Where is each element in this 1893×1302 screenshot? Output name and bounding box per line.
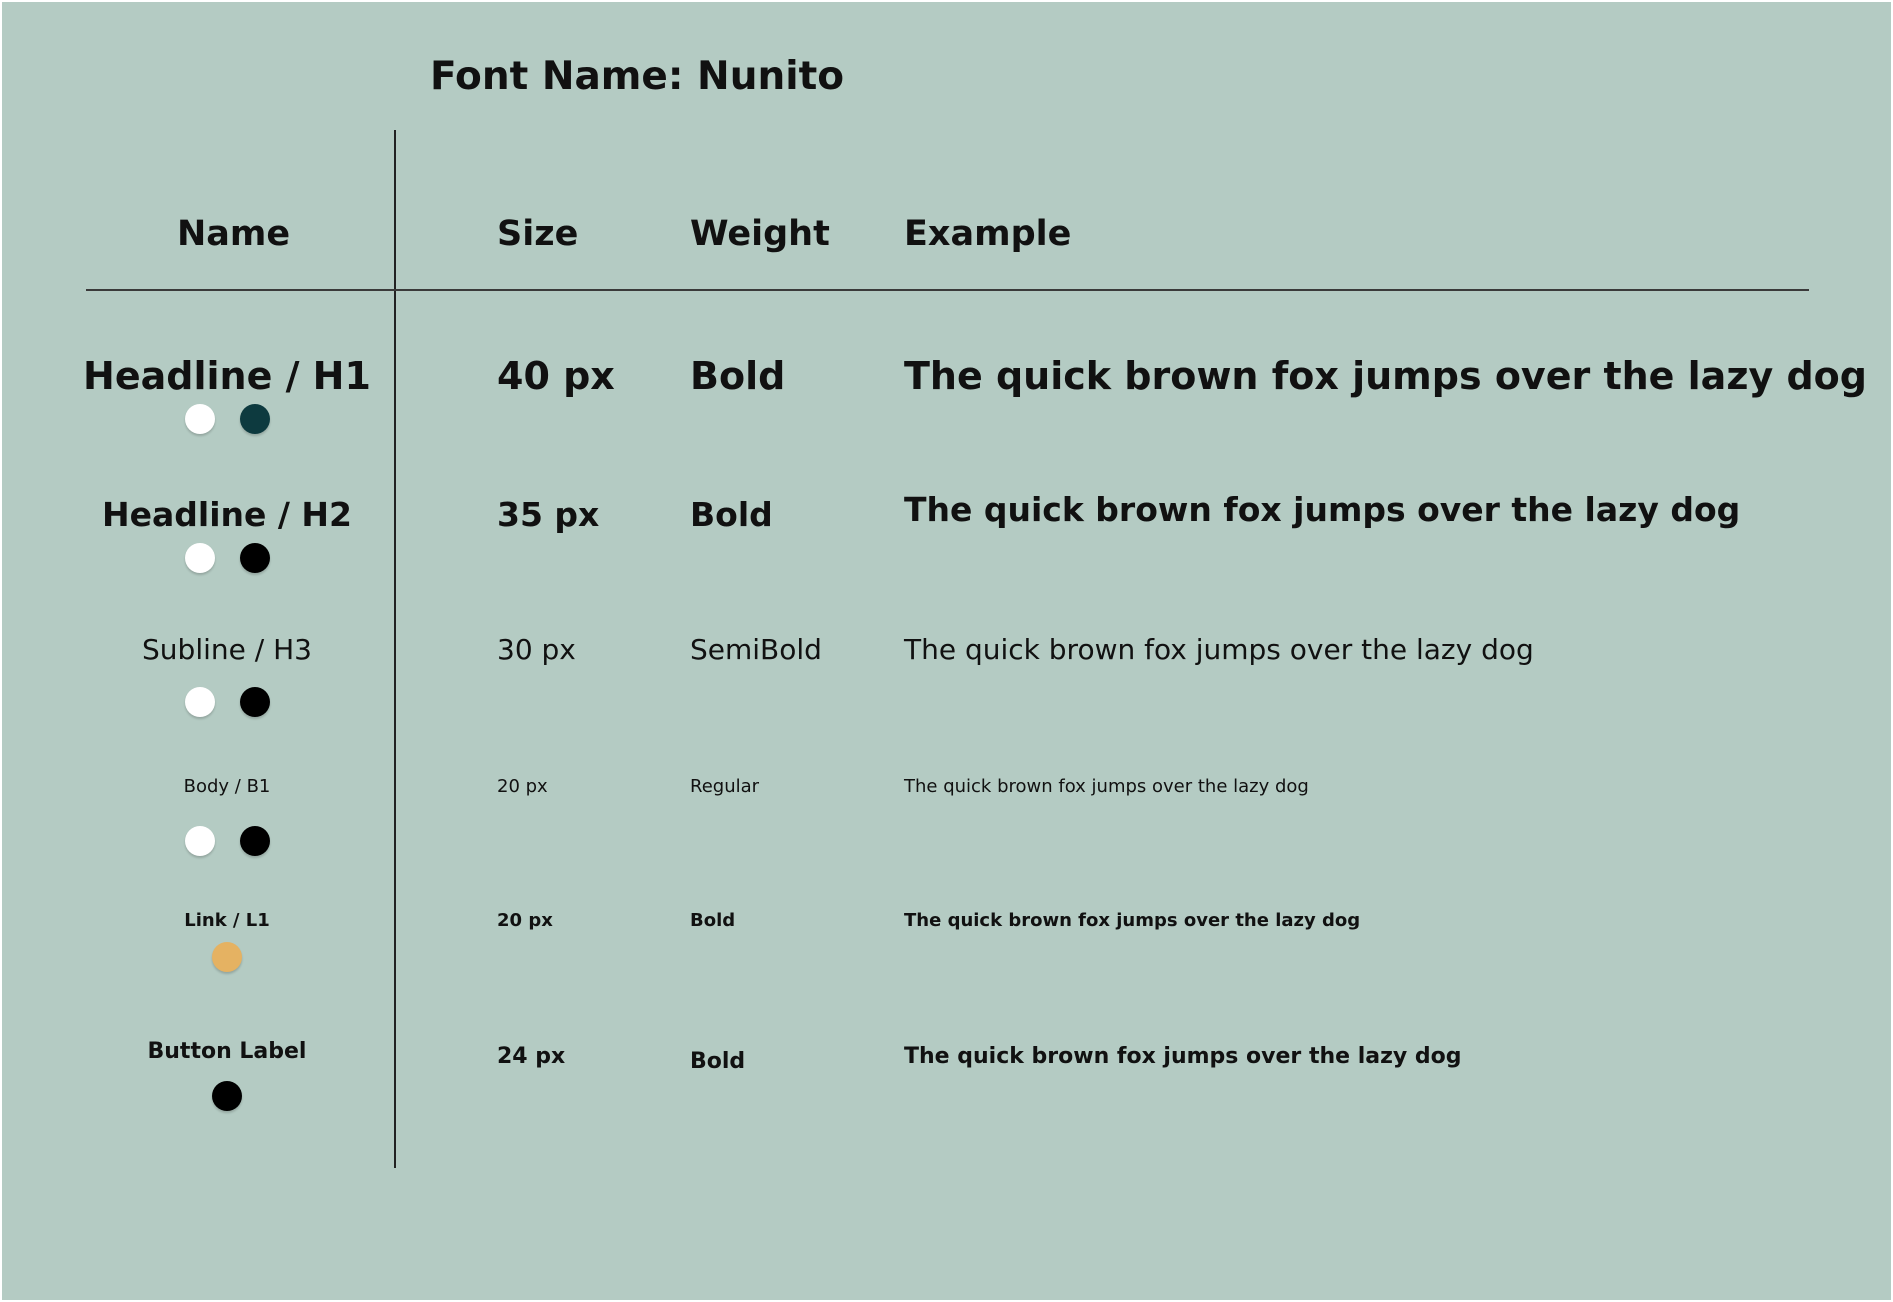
style-size: 35 px bbox=[497, 495, 600, 534]
color-swatch bbox=[239, 826, 270, 856]
style-weight: Bold bbox=[690, 1049, 746, 1074]
style-name: Headline / H1 bbox=[83, 354, 371, 398]
color-swatch bbox=[239, 404, 270, 434]
color-swatch bbox=[184, 543, 215, 573]
color-swatch bbox=[239, 687, 270, 717]
style-example: The quick brown fox jumps over the lazy … bbox=[904, 354, 1867, 398]
header-weight: Weight bbox=[690, 214, 830, 254]
style-size: 30 px bbox=[497, 633, 576, 666]
style-name: Headline / H2 bbox=[102, 495, 352, 534]
style-name: Link / L1 bbox=[184, 910, 270, 931]
style-weight: SemiBold bbox=[690, 633, 822, 666]
style-size: 20 px bbox=[497, 776, 548, 797]
style-weight: Regular bbox=[690, 776, 760, 797]
color-swatch bbox=[184, 687, 215, 717]
style-weight: Bold bbox=[690, 495, 773, 534]
color-swatches bbox=[2, 404, 452, 434]
style-example: The quick brown fox jumps over the lazy … bbox=[904, 490, 1741, 529]
style-example: The quick brown fox jumps over the lazy … bbox=[904, 633, 1534, 666]
style-name: Subline / H3 bbox=[142, 633, 312, 666]
header-example: Example bbox=[904, 214, 1072, 254]
color-swatches bbox=[2, 1081, 452, 1111]
style-example: The quick brown fox jumps over the lazy … bbox=[904, 776, 1309, 797]
style-size: 24 px bbox=[497, 1044, 566, 1069]
header-divider bbox=[86, 289, 1809, 291]
color-swatch bbox=[184, 826, 215, 856]
color-swatch bbox=[239, 543, 270, 573]
color-swatches bbox=[2, 687, 452, 717]
style-example: The quick brown fox jumps over the lazy … bbox=[904, 910, 1361, 931]
color-swatches bbox=[2, 942, 452, 972]
page-title: Font Name: Nunito bbox=[430, 54, 845, 99]
style-name: Body / B1 bbox=[183, 776, 271, 797]
color-swatches bbox=[2, 543, 452, 573]
style-weight: Bold bbox=[690, 354, 786, 398]
color-swatch bbox=[212, 1081, 242, 1111]
typography-spec-sheet: Font Name: Nunito Name Size Weight Examp… bbox=[2, 2, 1891, 1300]
color-swatches bbox=[2, 826, 452, 856]
style-example: The quick brown fox jumps over the lazy … bbox=[904, 1044, 1462, 1069]
style-size: 40 px bbox=[497, 354, 615, 398]
header-name: Name bbox=[177, 214, 291, 254]
style-size: 20 px bbox=[497, 910, 553, 931]
color-swatch bbox=[212, 942, 242, 972]
style-name: Button Label bbox=[147, 1039, 307, 1064]
color-swatch bbox=[184, 404, 215, 434]
style-weight: Bold bbox=[690, 910, 736, 931]
header-size: Size bbox=[497, 214, 579, 254]
